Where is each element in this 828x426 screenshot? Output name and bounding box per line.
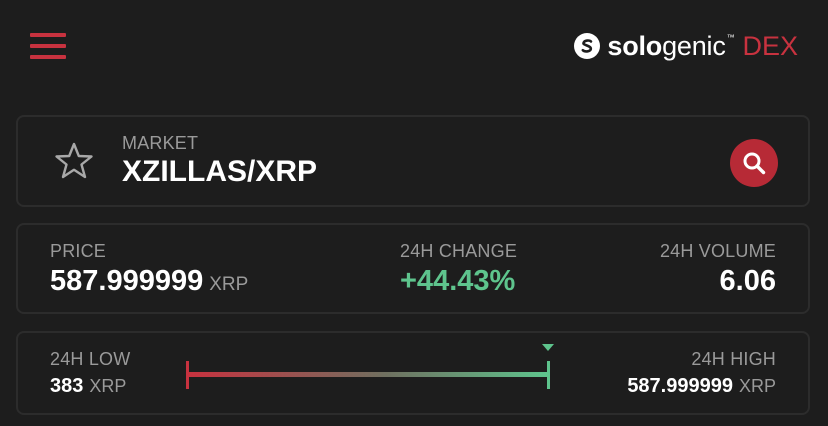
market-pair[interactable]: XZILLAS/XRP [122, 155, 317, 189]
market-label: MARKET [122, 133, 199, 153]
stats-card: PRICE 587.999999 XRP 24H CHANGE +44.43% 2… [16, 223, 810, 314]
current-price-marker-icon [542, 344, 554, 351]
price-label: PRICE [50, 241, 107, 261]
volume-value: 6.06 [719, 265, 776, 297]
high-value: 587.999999 XRP [627, 375, 776, 397]
range-low-cap [186, 361, 189, 389]
high-unit: XRP [738, 376, 776, 396]
range-track [188, 372, 548, 377]
range-card: 24H LOW 383 XRP 24H HIGH 587.999999 XRP [16, 331, 810, 415]
range-high-cap [547, 361, 550, 389]
change-label: 24H CHANGE [400, 241, 518, 261]
search-button[interactable] [730, 139, 778, 187]
star-outline-icon[interactable] [54, 141, 94, 181]
brand-name: sologenic™ [607, 30, 735, 61]
price-unit: XRP [209, 274, 249, 295]
hamburger-menu-icon[interactable] [30, 33, 66, 59]
search-icon [743, 152, 766, 175]
low-unit: XRP [89, 376, 127, 396]
high-label: 24H HIGH [691, 349, 776, 369]
low-value: 383 XRP [50, 375, 127, 397]
sologenic-logo-icon [574, 33, 601, 59]
range-bar [186, 341, 554, 391]
volume-label: 24H VOLUME [659, 241, 776, 261]
change-value: +44.43% [400, 265, 516, 297]
brand-logo: sologenic™ DEX [574, 29, 798, 63]
market-card: MARKET XZILLAS/XRP [16, 115, 810, 207]
brand-dex-label: DEX [742, 30, 798, 61]
low-label: 24H LOW [50, 349, 131, 369]
price-value: 587.999999 XRP [50, 265, 249, 297]
